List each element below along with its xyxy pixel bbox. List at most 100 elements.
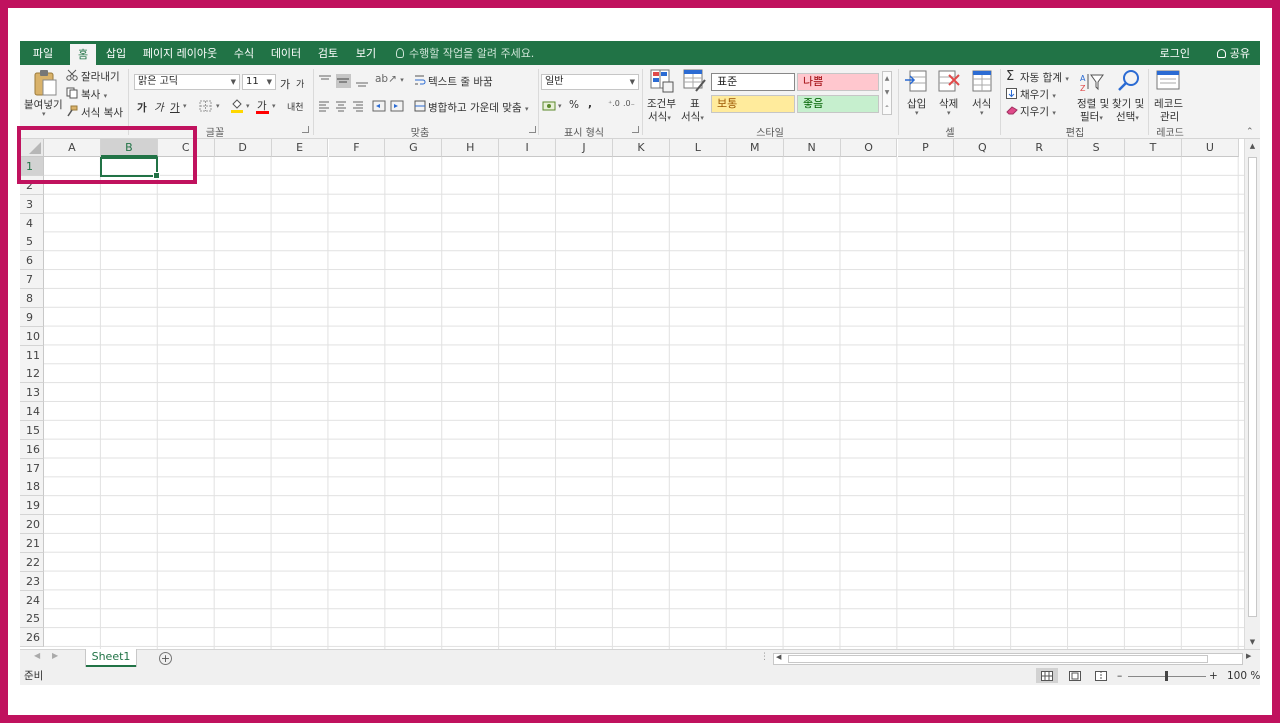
styles-gallery-scroll[interactable]: ▲ ▼ ⩡ xyxy=(882,71,892,115)
scroll-up-arrow[interactable]: ▲ xyxy=(1245,139,1260,153)
row-header-5[interactable]: 5 xyxy=(20,232,44,252)
tab-view[interactable]: 보기 xyxy=(350,41,382,65)
comma-button[interactable]: , xyxy=(588,98,592,110)
vertical-scroll-thumb[interactable] xyxy=(1248,157,1257,617)
insert-cells-dropdown[interactable]: ▾ xyxy=(915,109,919,117)
delete-cells-icon[interactable] xyxy=(937,69,961,93)
insert-cells-icon[interactable] xyxy=(904,69,928,93)
row-header-13[interactable]: 13 xyxy=(20,383,44,403)
magnifier-icon[interactable] xyxy=(1117,69,1141,93)
record-manager-icon[interactable] xyxy=(1156,69,1182,93)
format-as-table-icon[interactable] xyxy=(683,69,707,93)
worksheet-grid[interactable]: ABCDEFGHIJKLMNOPQRSTU 1 2 3 4 5 6 7 8 9 10 11 12 13 1… xyxy=(20,139,1260,649)
scroll-right-arrow[interactable]: ▶ xyxy=(1246,652,1251,660)
column-header-i[interactable]: I xyxy=(499,139,557,157)
paste-dropdown[interactable]: ▾ xyxy=(42,110,46,118)
row-header-17[interactable]: 17 xyxy=(20,458,44,478)
zoom-slider-thumb[interactable] xyxy=(1165,671,1168,681)
tab-review[interactable]: 검토 xyxy=(312,41,344,65)
tab-data[interactable]: 데이터 xyxy=(266,41,306,65)
border-icon[interactable] xyxy=(199,100,213,112)
page-break-view-icon[interactable] xyxy=(1095,671,1107,681)
column-header-k[interactable]: K xyxy=(613,139,670,157)
column-header-l[interactable]: L xyxy=(669,139,727,157)
conditional-formatting-label-2[interactable]: 서식▾ xyxy=(648,109,671,124)
fill-button[interactable]: 채우기 ▾ xyxy=(1020,87,1056,102)
column-header-q[interactable]: Q xyxy=(954,139,1012,157)
column-header-t[interactable]: T xyxy=(1125,139,1182,157)
find-select-label-2[interactable]: 선택▾ xyxy=(1116,109,1139,124)
horizontal-align-icons[interactable] xyxy=(318,100,368,112)
row-header-7[interactable]: 7 xyxy=(20,270,44,290)
sort-filter-label-2[interactable]: 필터▾ xyxy=(1080,109,1103,124)
tell-me-box[interactable]: 수행할 작업을 알려 주세요. xyxy=(396,41,534,65)
row-header-15[interactable]: 15 xyxy=(20,420,44,440)
increase-decimal-button[interactable]: ⁺.0 xyxy=(608,99,620,108)
row-header-6[interactable]: 6 xyxy=(20,251,44,271)
row-header-23[interactable]: 23 xyxy=(20,571,44,591)
row-header-10[interactable]: 10 xyxy=(20,326,44,346)
sign-in-link[interactable]: 로그인 xyxy=(1160,41,1190,67)
style-bad[interactable]: 나쁨 xyxy=(797,73,879,91)
font-size-select[interactable]: 11 ▼ xyxy=(242,74,276,90)
column-header-r[interactable]: R xyxy=(1011,139,1069,157)
italic-button[interactable]: 가 xyxy=(154,100,164,115)
zoom-in-button[interactable]: + xyxy=(1209,667,1218,685)
font-name-select[interactable]: 맑은 고딕 ▼ xyxy=(134,74,240,90)
horizontal-scrollbar[interactable]: ◀ xyxy=(773,653,1243,665)
clear-button[interactable]: 지우기 ▾ xyxy=(1020,104,1056,119)
wrap-text-button[interactable]: 텍스트 줄 바꿈 xyxy=(428,74,493,89)
sort-filter-icon[interactable]: AZ xyxy=(1080,71,1104,93)
column-header-h[interactable]: H xyxy=(442,139,500,157)
style-neutral[interactable]: 보통 xyxy=(711,95,795,113)
bold-button[interactable]: 가 xyxy=(137,100,147,115)
column-header-d[interactable]: D xyxy=(214,139,272,157)
row-header-20[interactable]: 20 xyxy=(20,515,44,535)
row-header-14[interactable]: 14 xyxy=(20,402,44,422)
grow-font-button[interactable]: 가 xyxy=(280,76,290,92)
column-header-m[interactable]: M xyxy=(726,139,784,157)
vertical-align-icons[interactable] xyxy=(318,74,378,88)
cell-area[interactable] xyxy=(44,157,1244,649)
row-header-8[interactable]: 8 xyxy=(20,288,44,308)
underline-button[interactable]: 가 xyxy=(170,100,180,115)
column-header-e[interactable]: E xyxy=(271,139,329,157)
row-header-19[interactable]: 19 xyxy=(20,496,44,516)
horizontal-scroll-thumb[interactable] xyxy=(788,655,1208,663)
row-header-4[interactable]: 4 xyxy=(20,213,44,233)
add-sheet-button[interactable]: + xyxy=(159,652,172,665)
column-header-f[interactable]: F xyxy=(328,139,386,157)
zoom-out-button[interactable]: – xyxy=(1117,667,1122,685)
row-header-11[interactable]: 11 xyxy=(20,345,44,365)
format-as-table-label-2[interactable]: 서식▾ xyxy=(681,109,704,124)
column-header-p[interactable]: P xyxy=(897,139,955,157)
row-header-25[interactable]: 25 xyxy=(20,609,44,629)
scroll-down-arrow[interactable]: ▼ xyxy=(1245,635,1260,649)
sheet-scroll-left-icon[interactable]: ◀ xyxy=(34,651,40,660)
column-header-s[interactable]: S xyxy=(1068,139,1126,157)
font-dialog-launcher[interactable] xyxy=(302,126,309,133)
orientation-icon[interactable]: ab↗ ▾ xyxy=(375,73,404,85)
merge-center-button[interactable]: 병합하고 가운데 맞춤 ▾ xyxy=(428,100,528,115)
number-format-select[interactable]: 일반 ▼ xyxy=(541,74,639,90)
currency-icon[interactable] xyxy=(542,100,556,112)
tab-formulas[interactable]: 수식 xyxy=(228,41,260,65)
indent-icons[interactable] xyxy=(372,100,406,112)
tab-insert[interactable]: 삽입 xyxy=(100,41,132,65)
row-header-24[interactable]: 24 xyxy=(20,590,44,610)
share-button[interactable]: 공유 xyxy=(1216,41,1250,67)
sheet-scroll-right-icon[interactable]: ▶ xyxy=(52,651,58,660)
tab-split-handle[interactable]: ⋮ xyxy=(760,652,769,662)
decrease-decimal-button[interactable]: .0₋ xyxy=(623,99,635,108)
row-header-26[interactable]: 26 xyxy=(20,628,44,648)
format-cells-dropdown[interactable]: ▾ xyxy=(980,109,984,117)
shrink-font-button[interactable]: 가 xyxy=(296,77,304,90)
conditional-formatting-icon[interactable] xyxy=(650,69,674,93)
zoom-level[interactable]: 100 % xyxy=(1227,667,1260,685)
tab-home[interactable]: 홈 xyxy=(70,44,96,65)
row-header-12[interactable]: 12 xyxy=(20,364,44,384)
format-cells-icon[interactable] xyxy=(970,69,994,93)
record-manager-label-2[interactable]: 관리 xyxy=(1160,109,1179,124)
column-header-n[interactable]: N xyxy=(783,139,841,157)
page-layout-view-icon[interactable] xyxy=(1069,671,1081,681)
